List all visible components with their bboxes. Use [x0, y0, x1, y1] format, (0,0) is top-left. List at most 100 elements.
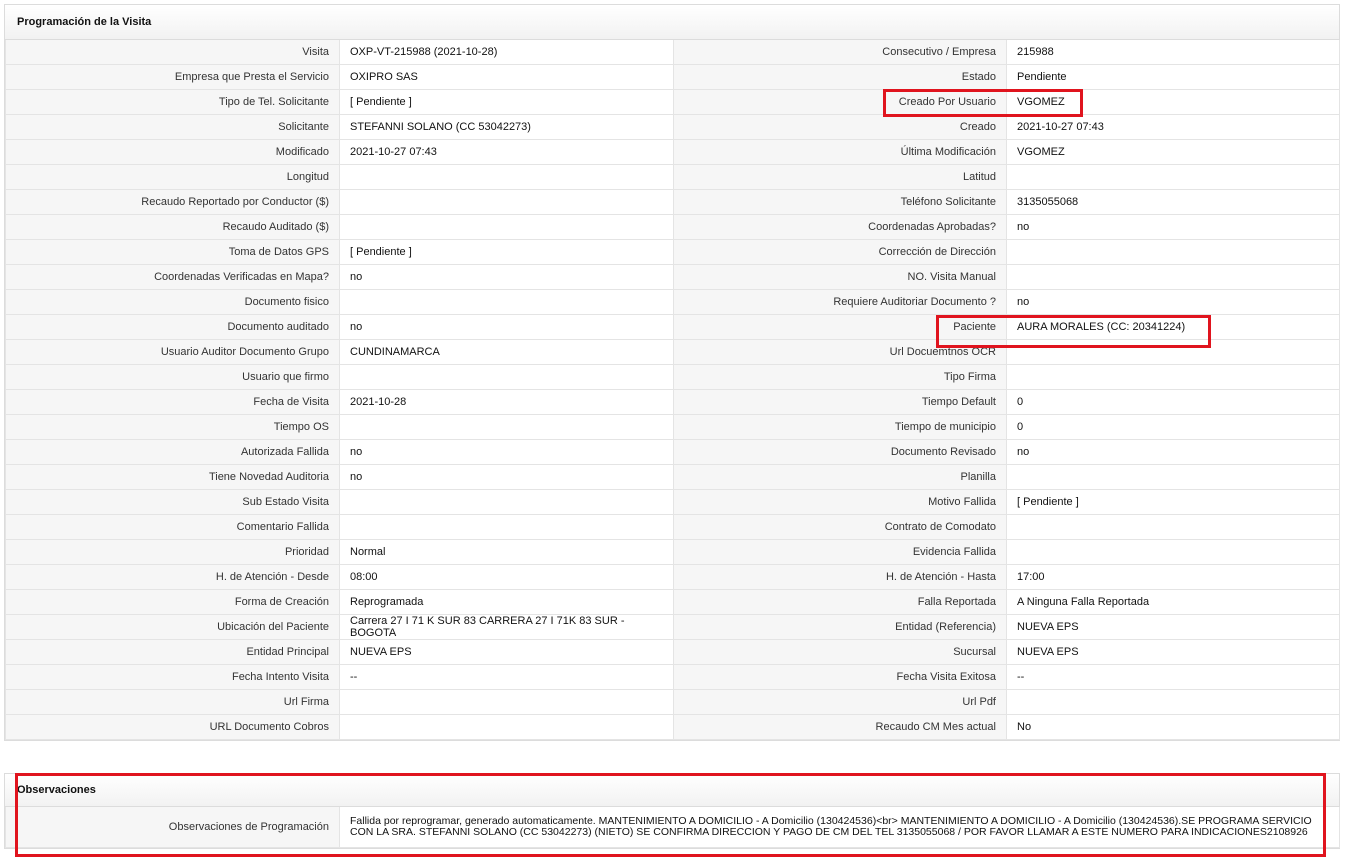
field-label: Tiempo OS: [5, 414, 340, 440]
field-value: NUEVA EPS: [1006, 639, 1340, 665]
table-row: Documento auditado no Paciente AURA MORALE…: [5, 314, 1340, 340]
field-label: Url Pdf: [673, 689, 1007, 715]
table-row: Ubicación del Paciente Carrera 27 I 71 K …: [5, 614, 1340, 640]
panel-title: Programación de la Visita: [5, 5, 1339, 40]
field-value: 0: [1006, 389, 1340, 415]
field-value: [1006, 514, 1340, 540]
field-value: --: [339, 664, 674, 690]
field-value: no: [339, 264, 674, 290]
table-row: URL Documento Cobros Recaudo CM Mes actua…: [5, 714, 1340, 740]
field-value: [339, 689, 674, 715]
visit-programming-panel: Programación de la Visita Visita OXP-VT-2…: [4, 4, 1340, 741]
field-label: Tiene Novedad Auditoria: [5, 464, 340, 490]
field-value: CUNDINAMARCA: [339, 339, 674, 365]
field-value: [339, 289, 674, 315]
table-row: Toma de Datos GPS[ Pendiente ] Corrección…: [5, 239, 1340, 265]
field-value: 0: [1006, 414, 1340, 440]
field-value: no: [339, 464, 674, 490]
field-value: STEFANNI SOLANO (CC 53042273): [339, 114, 674, 140]
field-label: Recaudo Auditado ($): [5, 214, 340, 240]
table-row: Observaciones de Programación Fallida po…: [5, 807, 1340, 848]
observations-table: Observaciones de Programación Fallida po…: [5, 807, 1340, 848]
table-row: Entidad Principal NUEVA EPS Sucursal NUEVA …: [5, 639, 1340, 665]
field-label: Creado: [673, 114, 1007, 140]
field-value: [1006, 539, 1340, 565]
table-row: Comentario Fallida Contrato de Comodato: [5, 514, 1340, 540]
field-label: Url Docuemtnos OCR: [673, 339, 1007, 365]
table-row: Recaudo Reportado por Conductor ($) Teléf…: [5, 189, 1340, 215]
field-value: VGOMEZ: [1006, 89, 1340, 115]
field-value: Reprogramada: [339, 589, 674, 615]
table-row: Autorizada Fallida no Documento Revisado …: [5, 439, 1340, 465]
field-label: NO. Visita Manual: [673, 264, 1007, 290]
field-value: [339, 164, 674, 190]
field-label: Falla Reportada: [673, 589, 1007, 615]
table-row: Fecha Intento Visita -- Fecha Visita Exit…: [5, 664, 1340, 690]
field-value: Carrera 27 I 71 K SUR 83 CARRERA 27 I 71…: [339, 614, 674, 640]
field-value: [ Pendiente ]: [339, 239, 674, 265]
table-row: Longitud Latitud: [5, 164, 1340, 190]
table-row: Modificado 2021-10-27 07:43 Última Modific…: [5, 139, 1340, 165]
field-value: [ Pendiente ]: [339, 89, 674, 115]
field-value: [339, 189, 674, 215]
field-label: Solicitante: [5, 114, 340, 140]
field-value: no: [339, 314, 674, 340]
observations-title: Observaciones: [5, 774, 1339, 807]
field-label: Evidencia Fallida: [673, 539, 1007, 565]
table-row: Visita OXP-VT-215988 (2021-10-28) Consecut…: [5, 40, 1340, 65]
table-row: Empresa que Presta el Servicio OXIPRO SAS…: [5, 64, 1340, 90]
field-label: Paciente: [673, 314, 1007, 340]
field-value: A Ninguna Falla Reportada: [1006, 589, 1340, 615]
table-row: Usuario Auditor Documento Grupo CUNDINAMA…: [5, 339, 1340, 365]
field-label: Usuario Auditor Documento Grupo: [5, 339, 340, 365]
field-value: [1006, 689, 1340, 715]
field-label: Consecutivo / Empresa: [673, 40, 1007, 65]
field-label: Modificado: [5, 139, 340, 165]
field-label: Teléfono Solicitante: [673, 189, 1007, 215]
field-value: 2021-10-27 07:43: [1006, 114, 1340, 140]
field-label: Sub Estado Visita: [5, 489, 340, 515]
field-label: Planilla: [673, 464, 1007, 490]
table-row: Fecha de Visita 2021-10-28 Tiempo Default…: [5, 389, 1340, 415]
field-label: Creado Por Usuario: [673, 89, 1007, 115]
field-value: NUEVA EPS: [1006, 614, 1340, 640]
field-label: URL Documento Cobros: [5, 714, 340, 740]
field-label: Documento Revisado: [673, 439, 1007, 465]
field-value: OXP-VT-215988 (2021-10-28): [339, 40, 674, 65]
field-label: Motivo Fallida: [673, 489, 1007, 515]
field-value: [339, 214, 674, 240]
field-label: H. de Atención - Desde: [5, 564, 340, 590]
field-label: Ubicación del Paciente: [5, 614, 340, 640]
table-row: Forma de Creación Reprogramada Falla Repor…: [5, 589, 1340, 615]
field-label: Coordenadas Aprobadas?: [673, 214, 1007, 240]
observations-text: Fallida por reprogramar, generado automa…: [339, 807, 1340, 848]
field-value: VGOMEZ: [1006, 139, 1340, 165]
field-label: Coordenadas Verificadas en Mapa?: [5, 264, 340, 290]
observations-label: Observaciones de Programación: [5, 807, 340, 848]
field-label: Autorizada Fallida: [5, 439, 340, 465]
field-label: Fecha de Visita: [5, 389, 340, 415]
field-value: [1006, 464, 1340, 490]
field-value: no: [1006, 289, 1340, 315]
field-value: [1006, 339, 1340, 365]
field-label: Tiempo de municipio: [673, 414, 1007, 440]
field-value: [339, 514, 674, 540]
field-value: 08:00: [339, 564, 674, 590]
field-label: Tipo de Tel. Solicitante: [5, 89, 340, 115]
field-label: Entidad Principal: [5, 639, 340, 665]
field-label: Longitud: [5, 164, 340, 190]
table-row: Sub Estado Visita Motivo Fallida[ Pendien…: [5, 489, 1340, 515]
field-label: Última Modificación: [673, 139, 1007, 165]
field-label: Estado: [673, 64, 1007, 90]
field-value: [339, 364, 674, 390]
field-label: Toma de Datos GPS: [5, 239, 340, 265]
field-value: [1006, 364, 1340, 390]
field-value: [339, 489, 674, 515]
field-label: Requiere Auditoriar Documento ?: [673, 289, 1007, 315]
field-label: Visita: [5, 40, 340, 65]
field-value: [339, 414, 674, 440]
table-row: Recaudo Auditado ($) Coordenadas Aprobada…: [5, 214, 1340, 240]
table-row: Documento fisico Requiere Auditoriar Docu…: [5, 289, 1340, 315]
table-row: Prioridad Normal Evidencia Fallida: [5, 539, 1340, 565]
field-value: 2021-10-27 07:43: [339, 139, 674, 165]
